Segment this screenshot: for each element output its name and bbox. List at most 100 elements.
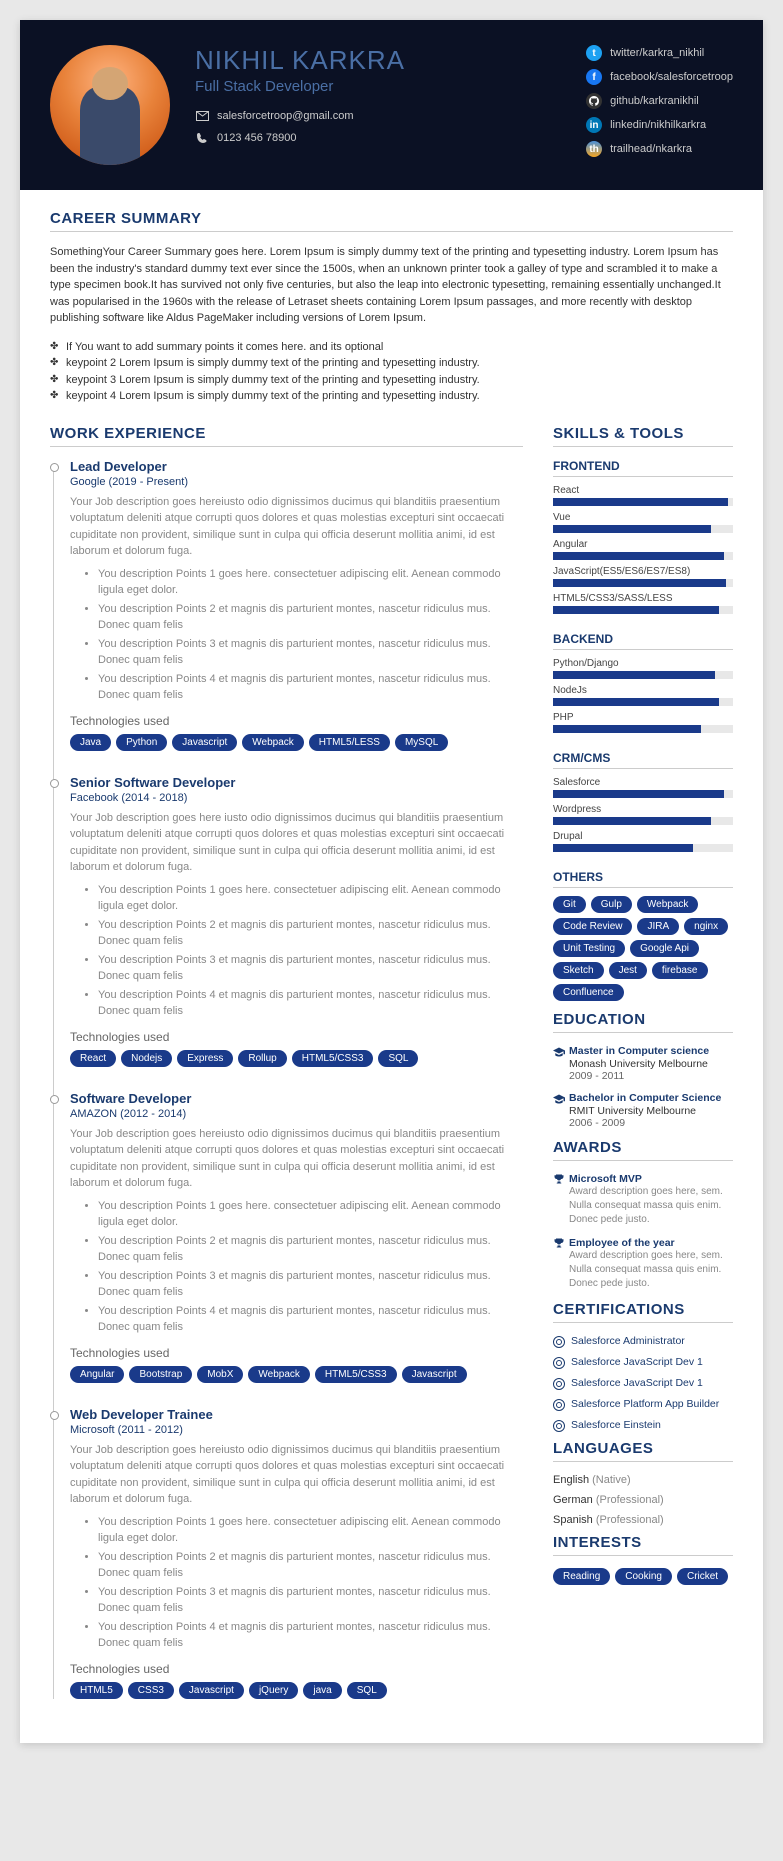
job-points: You description Points 1 goes here. cons… <box>70 882 523 1020</box>
education-item: Master in Computer science Monash Univer… <box>553 1045 733 1082</box>
skill-bar <box>553 725 733 733</box>
social-twitter[interactable]: ttwitter/karkra_nikhil <box>586 45 733 61</box>
divider <box>553 1461 733 1462</box>
main-column: WORK EXPERIENCE Lead Developer Google (2… <box>50 425 523 1723</box>
award-item: Microsoft MVP Award description goes her… <box>553 1173 733 1227</box>
graduation-icon <box>553 1046 565 1058</box>
skill-name: Wordpress <box>553 804 733 815</box>
job-point: You description Points 4 et magnis dis p… <box>98 1619 523 1652</box>
skill-row: HTML5/CSS3/SASS/LESS <box>553 593 733 614</box>
lang-level: (Native) <box>592 1474 631 1486</box>
job-title: Lead Developer <box>70 459 523 474</box>
divider <box>50 446 523 447</box>
job-point: You description Points 1 goes here. cons… <box>98 1514 523 1547</box>
summary-text: SomethingYour Career Summary goes here. … <box>50 244 733 327</box>
other-badge: Confluence <box>553 984 624 1001</box>
tech-badge: Webpack <box>242 734 304 751</box>
job-point: You description Points 4 et magnis dis p… <box>98 671 523 704</box>
cert-name: Salesforce Administrator <box>571 1335 685 1347</box>
job-point: You description Points 3 et magnis dis p… <box>98 1268 523 1301</box>
summary-points: If You want to add summary points it com… <box>50 339 733 405</box>
interests-badges: ReadingCookingCricket <box>553 1568 733 1585</box>
tech-label: Technologies used <box>70 714 523 728</box>
awards-title: AWARDS <box>553 1139 733 1156</box>
other-badge: Webpack <box>637 896 699 913</box>
job-desc: Your Job description goes hereiusto odio… <box>70 494 523 560</box>
github-icon <box>586 93 602 109</box>
lang-level: (Professional) <box>596 1514 664 1526</box>
phone-row[interactable]: 0123 456 78900 <box>195 131 561 145</box>
skill-fill <box>553 725 701 733</box>
lang-item: Spanish (Professional) <box>553 1514 733 1526</box>
social-github[interactable]: github/karkranikhil <box>586 93 733 109</box>
cert-icon <box>553 1336 565 1348</box>
trophy-icon <box>553 1237 565 1249</box>
skill-group-title: CRM/CMS <box>553 751 733 765</box>
social-text: trailhead/nkarkra <box>610 143 692 155</box>
skill-name: Drupal <box>553 831 733 842</box>
cert-name: Salesforce Einstein <box>571 1419 661 1431</box>
skill-fill <box>553 671 715 679</box>
tech-badge: HTML5/CSS3 <box>292 1050 374 1067</box>
skill-name: React <box>553 485 733 496</box>
other-badge: Unit Testing <box>553 940 625 957</box>
tech-badges: HTML5CSS3JavascriptjQueryjavaSQL <box>70 1682 523 1699</box>
job-point: You description Points 4 et magnis dis p… <box>98 987 523 1020</box>
social-facebook[interactable]: ffacebook/salesforcetroop <box>586 69 733 85</box>
cert-icon <box>553 1357 565 1369</box>
job-point: You description Points 2 et magnis dis p… <box>98 917 523 950</box>
email-text: salesforcetroop@gmail.com <box>217 110 354 122</box>
job-item: Senior Software Developer Facebook (2014… <box>70 775 523 1067</box>
divider <box>553 1032 733 1033</box>
social-linkedin[interactable]: inlinkedin/nikhilkarkra <box>586 117 733 133</box>
skill-fill <box>553 844 693 852</box>
tech-badges: JavaPythonJavascriptWebpackHTML5/LESSMyS… <box>70 734 523 751</box>
skills-title: SKILLS & TOOLS <box>553 425 733 442</box>
interest-badge: Reading <box>553 1568 610 1585</box>
skill-name: Vue <box>553 512 733 523</box>
skill-row: Drupal <box>553 831 733 852</box>
job-company: Facebook (2014 - 2018) <box>70 792 523 804</box>
skill-name: Python/Django <box>553 658 733 669</box>
tech-badge: Python <box>116 734 167 751</box>
edu-degree: Bachelor in Computer Science <box>553 1092 733 1105</box>
cert-icon <box>553 1399 565 1411</box>
other-badge: Code Review <box>553 918 632 935</box>
job-company: Google (2019 - Present) <box>70 476 523 488</box>
skill-group-title: FRONTEND <box>553 459 733 473</box>
tech-badge: Webpack <box>248 1366 310 1383</box>
award-item: Employee of the year Award description g… <box>553 1237 733 1291</box>
skill-row: Salesforce <box>553 777 733 798</box>
tech-label: Technologies used <box>70 1346 523 1360</box>
edu-dates: 2006 - 2009 <box>569 1117 733 1129</box>
skill-group: BACKEND Python/Django NodeJs PHP <box>553 632 733 733</box>
lang-item: German (Professional) <box>553 1494 733 1506</box>
skill-bar <box>553 498 733 506</box>
skill-bar <box>553 579 733 587</box>
skill-row: Angular <box>553 539 733 560</box>
job-desc: Your Job description goes here iusto odi… <box>70 810 523 876</box>
cert-icon <box>553 1420 565 1432</box>
job-item: Lead Developer Google (2019 - Present) Y… <box>70 459 523 751</box>
award-name: Microsoft MVP <box>553 1173 733 1185</box>
tech-label: Technologies used <box>70 1030 523 1044</box>
others-title: OTHERS <box>553 870 733 884</box>
skill-fill <box>553 552 724 560</box>
phone-icon <box>195 131 209 145</box>
social-text: twitter/karkra_nikhil <box>610 47 704 59</box>
skill-fill <box>553 817 711 825</box>
job-company: AMAZON (2012 - 2014) <box>70 1108 523 1120</box>
columns: WORK EXPERIENCE Lead Developer Google (2… <box>50 425 733 1723</box>
tech-badge: CSS3 <box>128 1682 174 1699</box>
linkedin-icon: in <box>586 117 602 133</box>
tech-badge: Javascript <box>179 1682 244 1699</box>
other-badge: Sketch <box>553 962 604 979</box>
timeline: Lead Developer Google (2019 - Present) Y… <box>50 459 523 1699</box>
tech-badge: Java <box>70 734 111 751</box>
summary-point: keypoint 4 Lorem Ipsum is simply dummy t… <box>50 388 733 405</box>
interest-badge: Cricket <box>677 1568 728 1585</box>
social-trailhead[interactable]: thtrailhead/nkarkra <box>586 141 733 157</box>
job-points: You description Points 1 goes here. cons… <box>70 1514 523 1652</box>
skill-row: Python/Django <box>553 658 733 679</box>
email-row[interactable]: salesforcetroop@gmail.com <box>195 109 561 123</box>
